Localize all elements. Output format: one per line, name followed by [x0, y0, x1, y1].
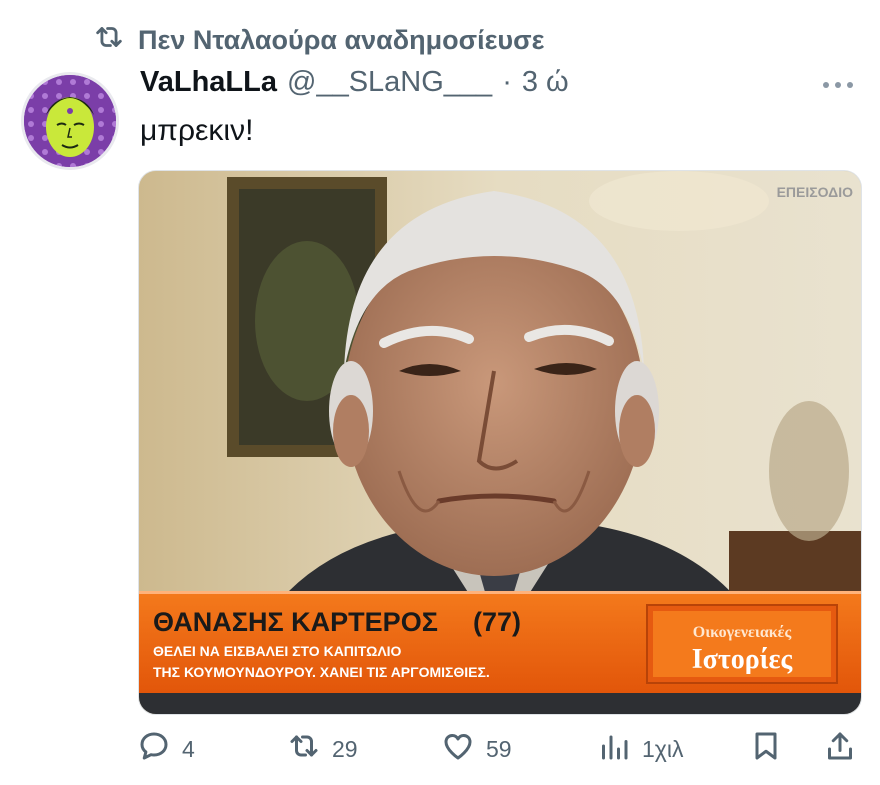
repost-count: 29: [332, 735, 358, 762]
show-logo: Οικογενειακές Ιστορίες: [646, 604, 838, 684]
repost-indicator[interactable]: Πεν Νταλαούρα αναδημοσίευσε: [92, 22, 544, 58]
views-button[interactable]: 1χιλ: [596, 728, 683, 770]
reply-icon: [136, 728, 172, 770]
tweet-action-bar: 4 29 59 1χιλ: [0, 728, 880, 778]
like-count: 59: [486, 735, 512, 762]
reply-count: 4: [182, 735, 195, 762]
lower-third-line1: ΘΕΛΕΙ ΝΑ ΕΙΣΒΑΛΕΙ ΣΤΟ ΚΑΠΙΤΩΛΙΟ: [153, 643, 402, 659]
reply-button[interactable]: 4: [136, 728, 195, 770]
repost-label[interactable]: Πεν Νταλαούρα αναδημοσίευσε: [138, 25, 544, 56]
lower-third-line2: ΤΗΣ ΚΟΥΜΟΥΝΔΟΥΡΟΥ. ΧΑΝΕΙ ΤΙΣ ΑΡΓΟΜΙΣΘΙΕΣ…: [153, 664, 490, 680]
more-options-icon[interactable]: [818, 70, 858, 100]
logo-top-text: Οικογενειακές: [693, 624, 792, 641]
share-button[interactable]: [822, 728, 858, 770]
tweet-text: μπρεκιν!: [140, 114, 254, 147]
repost-button[interactable]: 29: [286, 728, 358, 770]
bookmark-button[interactable]: [748, 728, 784, 770]
separator-dot: ·: [502, 66, 512, 98]
author-display-name[interactable]: VaLhaLLa: [140, 66, 277, 99]
like-button[interactable]: 59: [440, 728, 512, 770]
repost-action-icon: [286, 728, 322, 770]
lower-third-name: ΘΑΝΑΣΗΣ ΚΑΡΤΕΡΟΣ: [153, 607, 438, 637]
lower-third-age: (77): [473, 607, 521, 637]
repost-icon: [92, 20, 126, 61]
media-corner-label: ΕΠΕΙΣΟΔΙΟ: [777, 184, 854, 200]
tweet-timestamp[interactable]: 3 ώ: [522, 66, 569, 99]
views-chart-icon: [596, 728, 632, 770]
bookmark-icon: [748, 728, 784, 770]
share-icon: [822, 728, 858, 770]
logo-bottom-text: Ιστορίες: [692, 644, 794, 675]
avatar[interactable]: [24, 75, 116, 167]
views-count: 1χιλ: [642, 735, 684, 762]
tweet-header: VaLhaLLa @__SLaNG___ · 3 ώ: [140, 66, 569, 106]
heart-icon: [440, 728, 476, 770]
author-handle[interactable]: @__SLaNG___: [287, 66, 492, 99]
tweet-media-image[interactable]: ΕΠΕΙΣΟΔΙΟ ΘΑΝΑΣΗΣ ΚΑΡΤΕΡΟΣ (77) ΘΕΛΕΙ ΝΑ…: [138, 170, 862, 715]
